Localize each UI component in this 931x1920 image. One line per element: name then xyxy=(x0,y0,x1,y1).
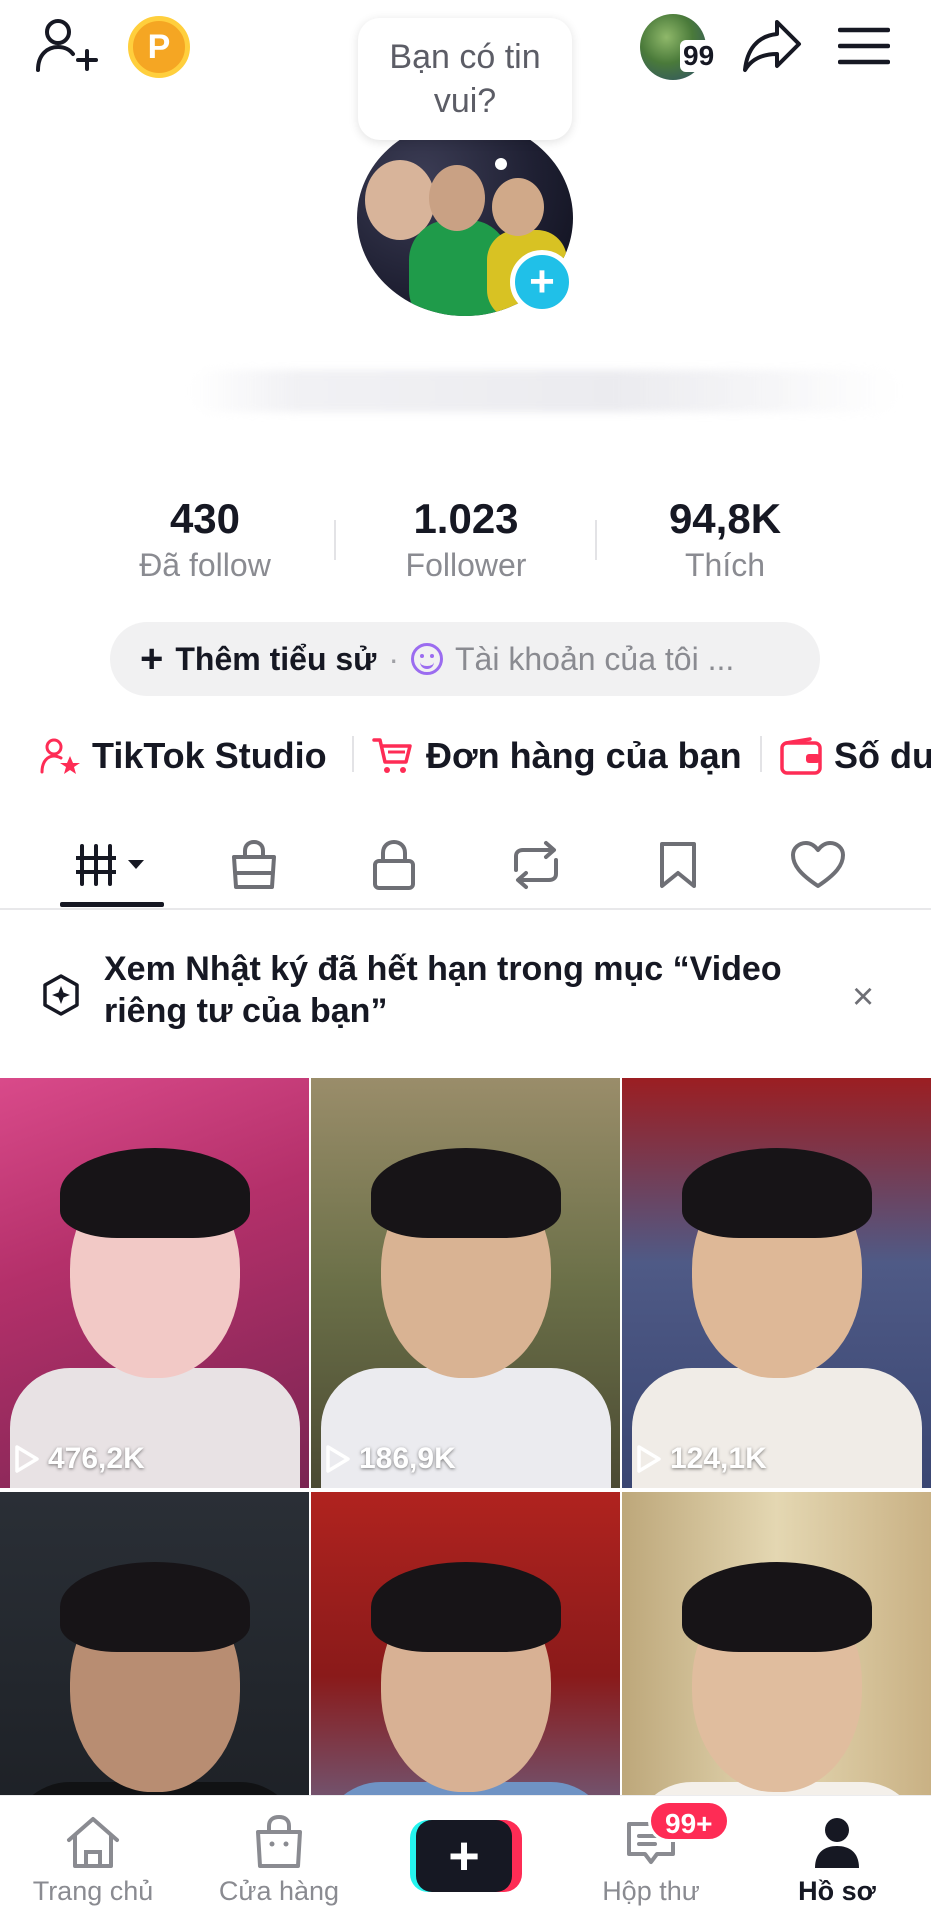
nav-home[interactable]: Trang chủ xyxy=(8,1796,178,1920)
stat-label: Follower xyxy=(405,547,527,583)
bio-pill[interactable]: + Thêm tiểu sử · Tài khoản của tôi ... xyxy=(110,622,820,696)
plus-icon: + xyxy=(416,1820,512,1892)
view-count-text: 476,2K xyxy=(48,1442,145,1475)
link-label: Số dư xyxy=(834,735,931,776)
close-icon[interactable]: × xyxy=(852,976,874,1019)
bottom-nav: Trang chủ Cửa hàng + Hộp thư Hồ sơ xyxy=(0,1795,931,1920)
cart-icon xyxy=(372,738,412,773)
view-count: 124,1K xyxy=(636,1442,767,1476)
menu-icon xyxy=(838,27,890,65)
view-count-text: 186,9K xyxy=(359,1442,456,1475)
play-icon xyxy=(637,1445,661,1473)
stat-value: 94,8K xyxy=(668,495,782,542)
orders-link[interactable]: Đơn hàng của bạn xyxy=(372,726,742,786)
thumb-hair xyxy=(60,1148,250,1238)
bookmark-icon xyxy=(660,842,696,888)
bubble-tail xyxy=(495,158,507,170)
inbox-badge: 99+ xyxy=(648,1800,730,1842)
separator-dot: · xyxy=(388,640,399,677)
video-thumbnail[interactable]: 186,9K xyxy=(311,1078,620,1488)
nav-label: Hồ sơ xyxy=(798,1876,876,1906)
avatar-person xyxy=(492,178,544,236)
nav-label: Hộp thư xyxy=(602,1876,700,1906)
thumb-hair xyxy=(371,1562,561,1652)
view-count-text: 124,1K xyxy=(670,1442,767,1475)
tab-liked[interactable] xyxy=(768,820,868,910)
share-icon xyxy=(743,20,801,72)
view-count: 476,2K xyxy=(14,1442,145,1476)
view-count: 186,9K xyxy=(325,1442,456,1476)
add-story-button[interactable]: + xyxy=(510,250,574,314)
link-divider xyxy=(760,736,762,772)
play-icon xyxy=(15,1445,39,1473)
heart-icon xyxy=(791,841,845,888)
thumb-hair xyxy=(682,1562,872,1652)
thumb-hair xyxy=(371,1148,561,1238)
repost-icon xyxy=(514,841,558,889)
nav-shop[interactable]: Cửa hàng xyxy=(194,1796,364,1920)
shopping-bag-icon xyxy=(232,839,276,889)
profile-icon xyxy=(815,1818,859,1868)
account-label[interactable]: Tài khoản của tôi ... xyxy=(455,641,734,678)
nav-profile[interactable]: Hồ sơ xyxy=(752,1796,922,1920)
notice-text: Xem Nhật ký đã hết hạn trong mục “Video … xyxy=(104,950,782,1030)
link-divider xyxy=(352,736,354,772)
video-thumbnail[interactable]: 476,2K xyxy=(0,1078,309,1488)
stat-value: 1.023 xyxy=(413,495,519,542)
thumb-hair xyxy=(682,1148,872,1238)
stat-value: 430 xyxy=(169,495,241,542)
sparkle-icon xyxy=(43,974,79,1016)
avatar-person xyxy=(429,165,485,231)
creator-star-icon xyxy=(40,738,80,774)
tab-favorites[interactable] xyxy=(628,820,728,910)
wallet-icon xyxy=(780,737,822,775)
lock-icon xyxy=(373,839,415,890)
status-bubble[interactable]: Bạn có tin vui? xyxy=(358,18,572,140)
profile-page: P 99 Bạn có tin vui? + 430 Đã follow 1.0… xyxy=(0,0,931,1920)
content-tabs xyxy=(0,820,931,910)
grid-dropdown-icon xyxy=(76,844,144,886)
stat-divider xyxy=(595,520,597,560)
active-tab-indicator xyxy=(60,902,164,907)
tab-reposts[interactable] xyxy=(486,820,586,910)
smile-icon xyxy=(411,643,443,675)
tiktok-studio-link[interactable]: TikTok Studio xyxy=(40,726,327,786)
create-button[interactable]: + xyxy=(410,1820,522,1892)
expired-diary-notice[interactable]: Xem Nhật ký đã hết hạn trong mục “Video … xyxy=(0,948,931,1048)
play-icon xyxy=(326,1445,350,1473)
nav-label: Cửa hàng xyxy=(218,1876,340,1906)
coin-icon[interactable]: P xyxy=(128,16,190,78)
stat-label: Thích xyxy=(684,547,766,583)
stat-label: Đã follow xyxy=(139,547,271,583)
balance-link[interactable]: Số dư xyxy=(780,726,931,786)
tab-shop[interactable] xyxy=(204,820,304,910)
plus-icon: + xyxy=(140,636,164,681)
quick-links: TikTok Studio Đơn hàng của bạn Số dư xyxy=(0,726,931,786)
story-count: 99 xyxy=(680,40,718,72)
video-thumbnail[interactable]: 124,1K xyxy=(622,1078,931,1488)
home-icon xyxy=(67,1817,119,1868)
stat-likes[interactable]: 94,8K Thích xyxy=(620,494,830,586)
menu-button[interactable] xyxy=(832,16,896,76)
share-button[interactable] xyxy=(738,12,806,80)
tab-private[interactable] xyxy=(344,820,444,910)
stat-followers[interactable]: 1.023 Follower xyxy=(361,494,571,586)
link-label: TikTok Studio xyxy=(92,735,327,776)
add-friend-button[interactable] xyxy=(30,14,102,78)
add-friend-icon xyxy=(36,19,98,72)
stat-divider xyxy=(334,520,336,560)
thumb-hair xyxy=(60,1562,250,1652)
stat-following[interactable]: 430 Đã follow xyxy=(100,494,310,586)
video-grid: 476,2K 186,9K 124,1K xyxy=(0,1078,931,1902)
shop-bag-icon xyxy=(256,1814,302,1868)
tab-videos[interactable] xyxy=(62,820,162,910)
username-blurred xyxy=(190,370,900,412)
nav-label: Trang chủ xyxy=(32,1876,154,1906)
link-label: Đơn hàng của bạn xyxy=(426,735,742,776)
stats-row: 430 Đã follow 1.023 Follower 94,8K Thích xyxy=(0,494,931,594)
add-bio-label[interactable]: Thêm tiểu sử xyxy=(175,641,376,678)
